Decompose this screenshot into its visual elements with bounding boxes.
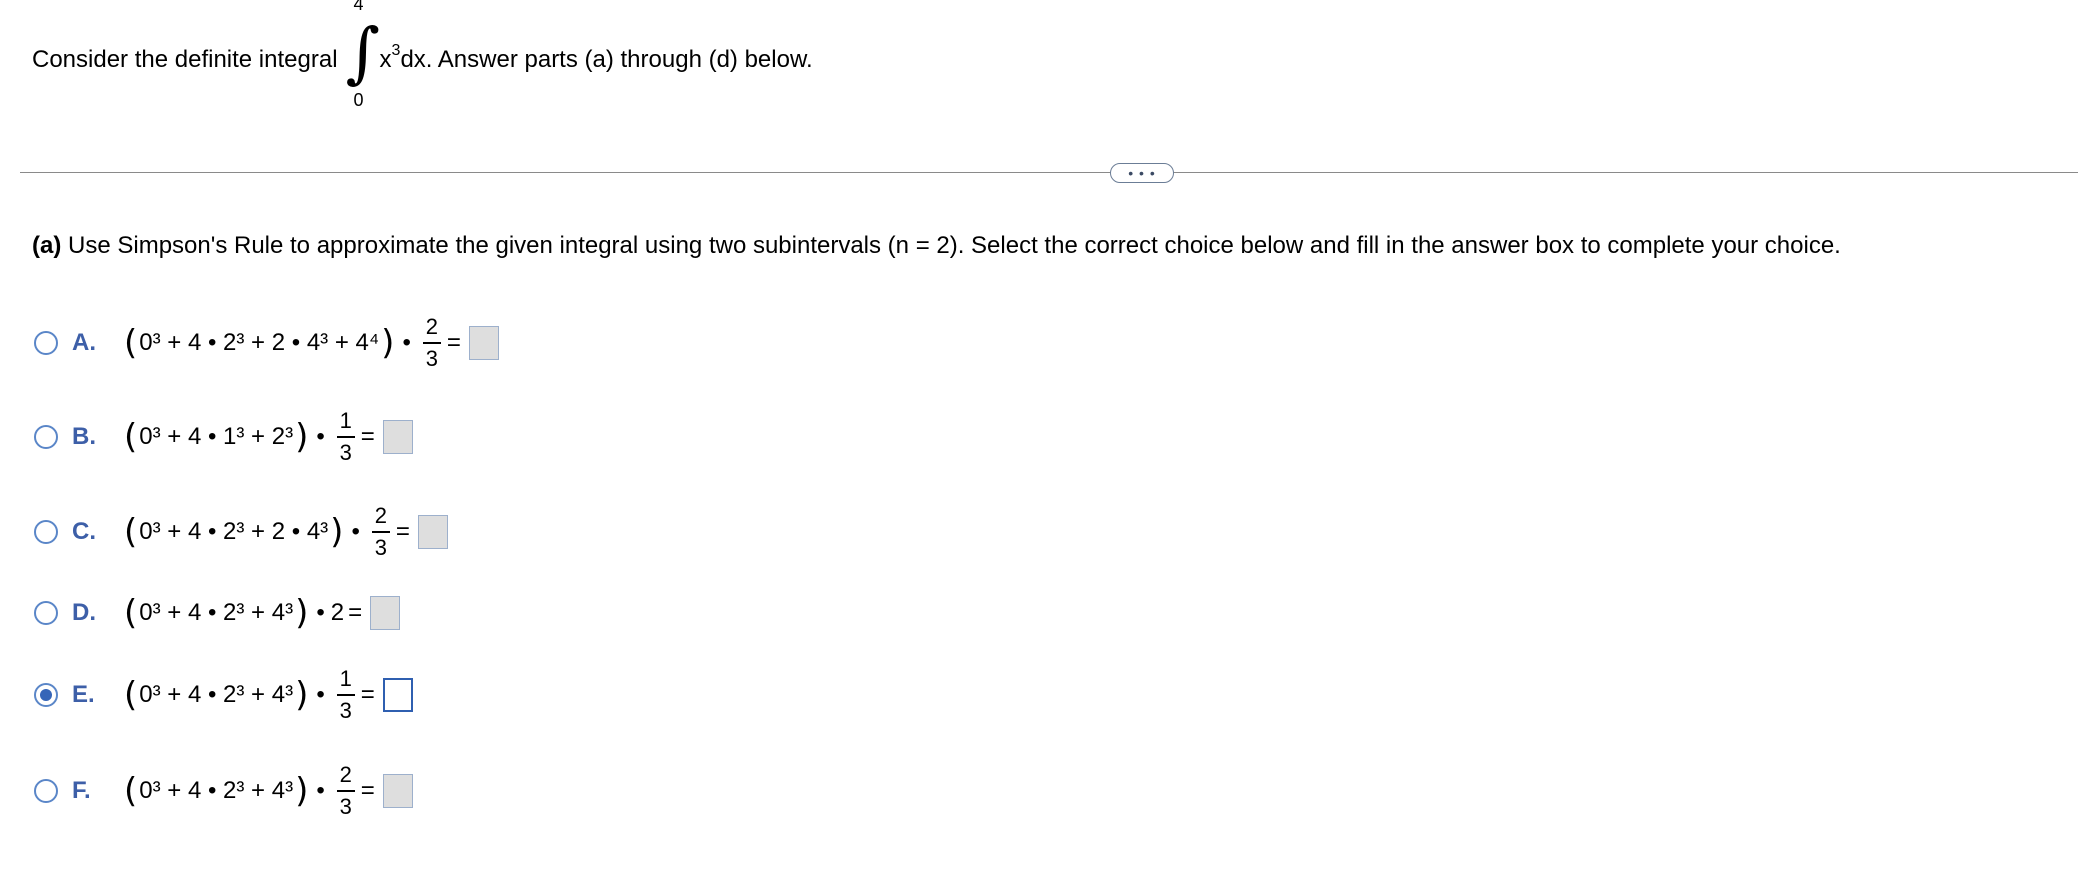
fraction: 13 [336,668,355,722]
choice-letter: D. [72,599,96,626]
choice-expression: (0³ + 4 • 2³ + 4³) • 2 = [122,593,401,633]
question-prefix: Consider the definite integral [32,46,338,73]
choice-b[interactable]: B. (0³ + 4 • 1³ + 2³) • 13 = [34,402,413,472]
answer-box-e[interactable] [382,678,413,712]
answer-box-a[interactable] [468,326,499,360]
answer-box-b[interactable] [382,420,413,454]
choice-a[interactable]: A. (0³ + 4 • 2³ + 2 • 4³ + 4⁴) • 23 = [34,308,499,378]
question-suffix: dx. Answer parts (a) through (d) below. [400,46,813,73]
choice-letter: A. [72,329,96,356]
integral-lower-limit: 0 [353,90,364,110]
choice-c[interactable]: C. (0³ + 4 • 2³ + 2 • 4³) • 23 = [34,497,448,567]
more-options-button[interactable]: • • • [1110,163,1174,183]
choice-expression: (0³ + 4 • 2³ + 2 • 4³ + 4⁴) • 23 = [122,316,499,370]
integral-upper-limit: 4 [353,0,364,14]
integral-symbol: 4 ∫ 0 [346,0,380,120]
choice-expression: (0³ + 4 • 2³ + 4³) • 13 = [122,668,413,722]
radio-e[interactable] [34,683,58,707]
choice-expression: (0³ + 4 • 2³ + 2 • 4³) • 23 = [122,505,448,559]
choice-e[interactable]: E. (0³ + 4 • 2³ + 4³) • 13 = [34,660,413,730]
answer-box-c[interactable] [417,515,448,549]
fraction: 13 [336,410,355,464]
choice-d[interactable]: D. (0³ + 4 • 2³ + 4³) • 2 = [34,578,401,648]
multiplier: 2 [330,599,345,626]
radio-c[interactable] [34,520,58,544]
answer-box-f[interactable] [382,774,413,808]
radio-a[interactable] [34,331,58,355]
part-a-instructions: (a) Use Simpson's Rule to approximate th… [32,232,1841,260]
integrand: x3 [379,42,401,73]
choice-f[interactable]: F. (0³ + 4 • 2³ + 4³) • 23 = [34,756,413,826]
choice-letter: E. [72,681,95,708]
answer-box-d[interactable] [370,596,401,630]
part-a-label: (a) [32,232,62,259]
choice-letter: B. [72,423,96,450]
part-a-text: Use Simpson's Rule to approximate the gi… [68,232,1841,259]
choice-letter: F. [72,777,91,804]
radio-d[interactable] [34,601,58,625]
question-text: Consider the definite integral 4 ∫ 0 x3 … [32,0,813,120]
fraction: 23 [336,764,355,818]
radio-f[interactable] [34,779,58,803]
fraction: 23 [371,505,390,559]
section-divider [20,172,2078,173]
choice-expression: (0³ + 4 • 2³ + 4³) • 23 = [122,764,413,818]
choice-letter: C. [72,518,96,545]
radio-b[interactable] [34,425,58,449]
integral-sign-icon: ∫ [345,14,380,91]
fraction: 23 [422,316,441,370]
choice-expression: (0³ + 4 • 1³ + 2³) • 13 = [122,410,413,464]
